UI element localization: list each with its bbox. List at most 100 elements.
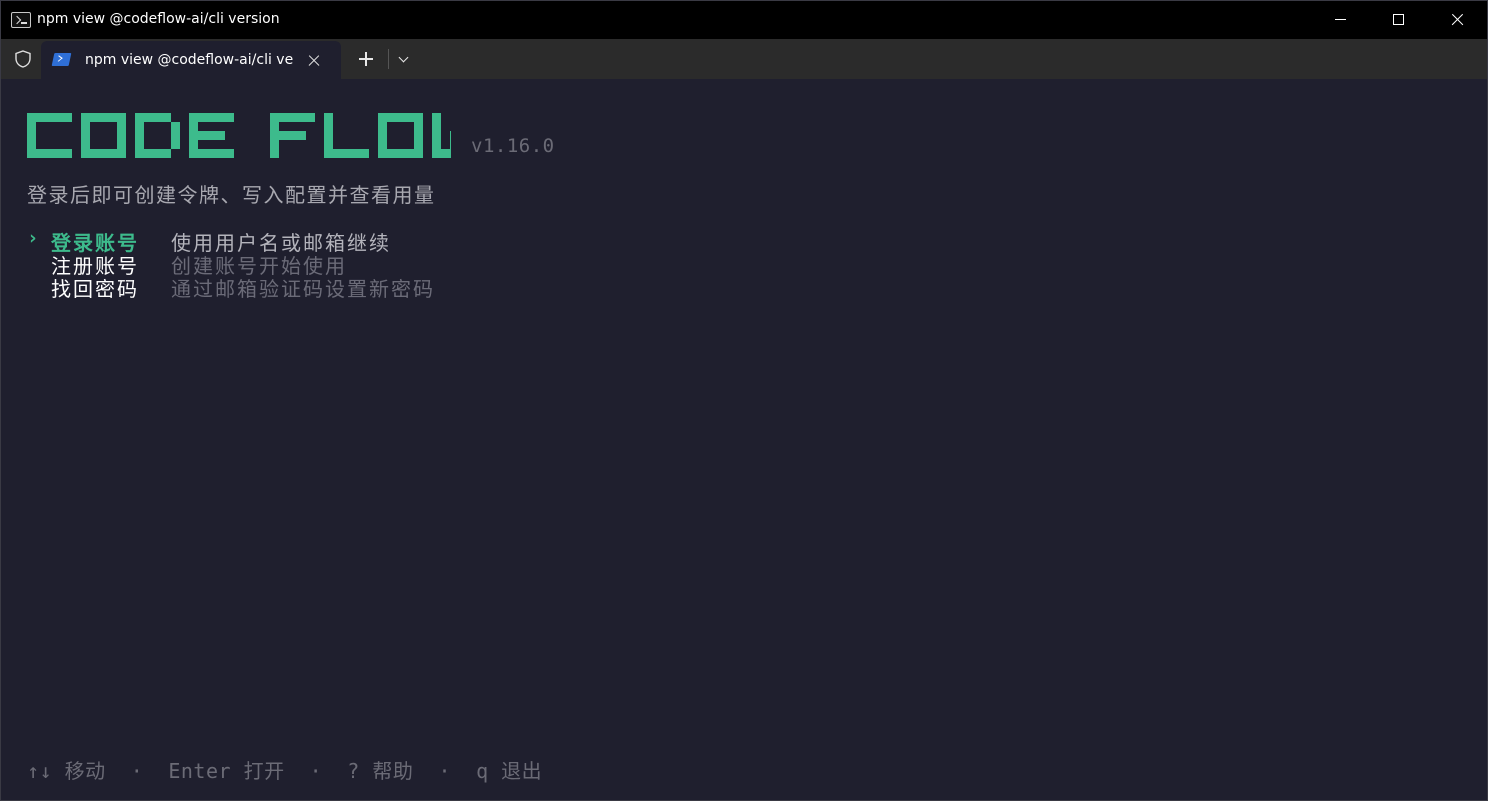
terminal-icon <box>11 12 31 28</box>
logo-pixel <box>45 149 54 158</box>
logo-pixel <box>198 131 207 140</box>
tab-bar: npm view @codeflow-ai/cli ve <box>1 39 1487 79</box>
logo-pixel <box>378 149 387 158</box>
logo-pixel <box>288 131 297 140</box>
logo-pixel <box>378 122 387 131</box>
minimize-button[interactable] <box>1312 1 1370 39</box>
logo-pixel <box>432 113 441 122</box>
logo-pixel <box>396 113 405 122</box>
logo-pixel <box>414 140 423 149</box>
logo-pixel <box>162 113 171 122</box>
logo-pixel <box>207 149 216 158</box>
logo-pixel <box>63 113 72 122</box>
logo-pixel <box>90 113 99 122</box>
logo-pixel <box>108 113 117 122</box>
logo-pixel <box>324 122 333 131</box>
logo-pixel <box>153 113 162 122</box>
logo-pixel <box>108 149 117 158</box>
logo-pixel <box>450 131 451 140</box>
logo-pixel <box>81 113 90 122</box>
logo-pixel <box>324 113 333 122</box>
shield-icon[interactable] <box>13 49 33 69</box>
logo-pixel <box>405 113 414 122</box>
logo-pixel <box>216 113 225 122</box>
terminal-content[interactable]: CODE FLOW v1.16.0 登录后即可创建令牌、写入配置并查看用量 › … <box>1 79 1487 800</box>
new-tab-button[interactable] <box>355 48 377 70</box>
logo-pixel <box>216 149 225 158</box>
logo-pixel <box>270 131 279 140</box>
logo-pixel <box>279 113 288 122</box>
logo-pixel <box>63 149 72 158</box>
logo-pixel <box>135 140 144 149</box>
logo-pixel <box>297 131 306 140</box>
keyboard-hint-bar: ↑↓ 移动 · Enter 打开 · ? 帮助 · q 退出 <box>27 759 543 783</box>
logo-pixel <box>351 149 360 158</box>
powershell-icon <box>51 53 72 66</box>
logo-pixel <box>198 113 207 122</box>
logo-pixel <box>432 149 441 158</box>
version-label: v1.16.0 <box>471 135 555 157</box>
menu-item-label: 找回密码 <box>51 277 139 301</box>
logo-pixel <box>378 140 387 149</box>
logo-pixel <box>189 149 198 158</box>
tab-dropdown-button[interactable] <box>395 51 413 67</box>
logo-pixel <box>27 131 36 140</box>
logo-pixel <box>36 113 45 122</box>
logo-pixel <box>189 122 198 131</box>
window-title: npm view @codeflow-ai/cli version <box>37 11 280 27</box>
logo-pixel <box>27 140 36 149</box>
tab-close-button[interactable] <box>305 51 323 69</box>
logo-pixel <box>225 113 234 122</box>
logo-pixel <box>405 149 414 158</box>
logo-pixel <box>117 140 126 149</box>
selection-caret: › <box>27 227 39 249</box>
logo-pixel <box>378 131 387 140</box>
logo-pixel <box>432 131 441 140</box>
logo-pixel <box>270 140 279 149</box>
logo-pixel <box>207 131 216 140</box>
logo-pixel <box>414 122 423 131</box>
logo-pixel <box>333 149 342 158</box>
tab-divider <box>388 49 389 69</box>
logo-pixel <box>297 113 306 122</box>
logo-pixel <box>288 113 297 122</box>
logo-pixel <box>36 149 45 158</box>
logo-pixel <box>27 122 36 131</box>
logo-pixel <box>99 113 108 122</box>
logo-pixel <box>189 140 198 149</box>
logo-pixel <box>45 113 54 122</box>
codeflow-logo: CODE FLOW <box>27 113 451 158</box>
tab-active[interactable]: npm view @codeflow-ai/cli ve <box>41 41 341 79</box>
logo-pixel <box>117 113 126 122</box>
logo-pixel <box>144 113 153 122</box>
logo-pixel <box>117 149 126 158</box>
logo-pixel <box>54 149 63 158</box>
logo-pixel <box>324 140 333 149</box>
subtitle: 登录后即可创建令牌、写入配置并查看用量 <box>27 183 436 207</box>
logo-pixel <box>54 113 63 122</box>
logo-pixel <box>225 149 234 158</box>
logo-pixel <box>153 149 162 158</box>
logo-pixel <box>270 122 279 131</box>
logo-pixel <box>270 113 279 122</box>
logo-pixel <box>432 140 441 149</box>
logo-pixel <box>432 122 441 131</box>
close-window-button[interactable] <box>1429 1 1487 39</box>
logo-pixel <box>342 149 351 158</box>
logo-pixel <box>387 149 396 158</box>
title-bar: npm view @codeflow-ai/cli version <box>1 1 1487 39</box>
logo-pixel <box>81 149 90 158</box>
logo-pixel <box>117 131 126 140</box>
logo-pixel <box>360 149 369 158</box>
maximize-button[interactable] <box>1370 1 1428 39</box>
logo-pixel <box>162 149 171 158</box>
menu-item-desc: 通过邮箱验证码设置新密码 <box>171 277 435 301</box>
logo-pixel <box>396 149 405 158</box>
logo-pixel <box>189 131 198 140</box>
logo-pixel <box>90 149 99 158</box>
logo-pixel <box>414 131 423 140</box>
logo-pixel <box>324 131 333 140</box>
logo-pixel <box>135 122 144 131</box>
logo-pixel <box>117 122 126 131</box>
logo-pixel <box>135 131 144 140</box>
